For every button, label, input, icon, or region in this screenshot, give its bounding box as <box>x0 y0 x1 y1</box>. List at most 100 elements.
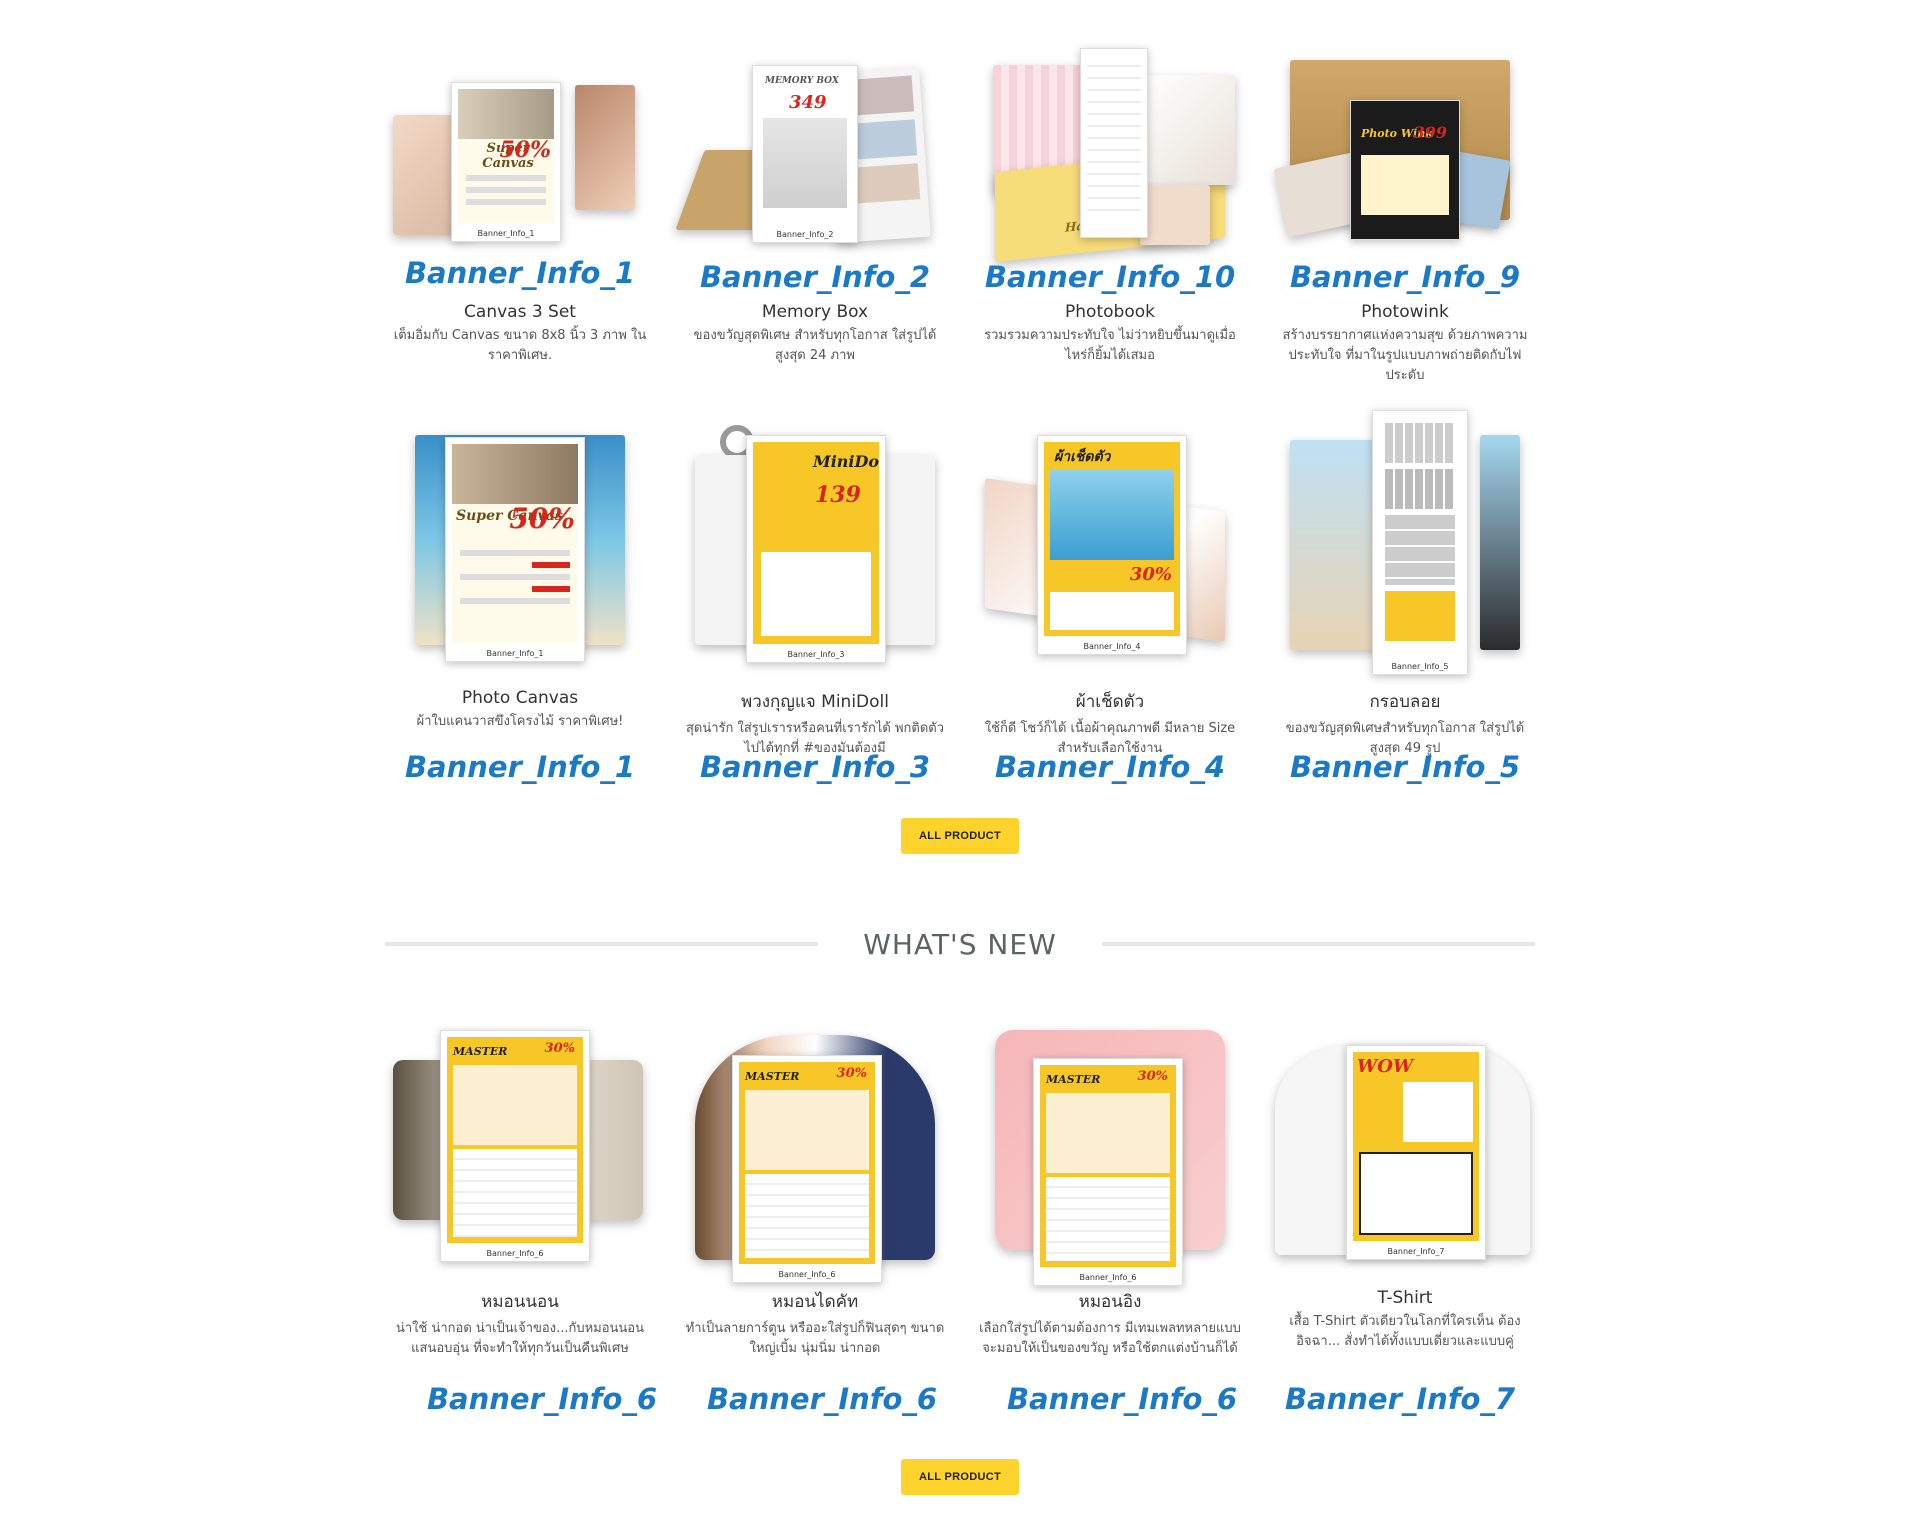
flyer-caption: Banner_Info_1 <box>477 229 535 238</box>
flyer-headline: MiniDoll <box>813 452 879 471</box>
product-card[interactable]: MASTER 30% Banner_Info_6 <box>975 1025 1245 1286</box>
product-card[interactable]: Banner_Info_5 <box>1270 410 1540 675</box>
product-text: Photo Canvas ผ้าใบแคนวาสขึงโครงไม้ ราคาพ… <box>385 688 655 732</box>
flyer-caption: Banner_Info_4 <box>1083 642 1141 651</box>
product-image[interactable]: MASTER 30% Banner_Info_6 <box>680 1025 950 1283</box>
product-card[interactable]: Super Canvas 50% Banner_Info_1 <box>385 425 655 670</box>
product-image[interactable]: MASTER 30% Banner_Info_6 <box>975 1025 1245 1286</box>
flyer-number: 30% <box>544 1041 575 1056</box>
product-card[interactable]: ผ้าเช็ดตัว 30% Banner_Info_4 <box>975 425 1245 670</box>
banner-label: Banner_Info_6 <box>1006 1382 1238 1416</box>
section-heading: WHAT'S NEW <box>385 922 1535 966</box>
product-title[interactable]: หมอนนอน <box>385 1288 655 1315</box>
product-description: ของขวัญสุดพิเศษ สำหรับทุกโอกาส ใส่รูปได้… <box>693 328 937 363</box>
product-description: ผ้าใบแคนวาสขึงโครงไม้ ราคาพิเศษ! <box>416 714 624 729</box>
product-text: หมอนอิง เลือกใส่รูปได้ตามต้องการ มีเทมเพ… <box>975 1288 1245 1359</box>
product-title[interactable]: พวงกุญแจ MiniDoll <box>680 688 950 715</box>
product-title[interactable]: ผ้าเช็ดตัว <box>975 688 1245 715</box>
flyer-caption: Banner_Info_6 <box>1079 1273 1137 1282</box>
banner-label: Banner_Info_10 <box>984 260 1236 294</box>
product-card[interactable]: MEMORY BOX 349 Banner_Info_2 <box>675 30 950 260</box>
product-card[interactable]: MASTER 30% Banner_Info_6 <box>385 1025 655 1265</box>
product-title[interactable]: หมอนอิง <box>975 1288 1245 1315</box>
flyer-headline: MASTER <box>453 1045 508 1058</box>
product-image[interactable]: Super Canvas 50% Banner_Info_1 <box>385 30 655 260</box>
banner-label: Banner_Info_2 <box>699 260 931 294</box>
flyer-headline: MASTER <box>745 1070 800 1083</box>
product-image[interactable]: Happy Time <box>975 30 1245 263</box>
product-text: หมอนนอน น่าใช้ น่ากอด น่าเป็นเจ้าของ...ก… <box>385 1288 655 1359</box>
all-product-button[interactable]: ALL PRODUCT <box>901 818 1019 854</box>
product-title[interactable]: Photo Canvas <box>385 688 655 708</box>
product-description: น่าใช้ น่ากอด น่าเป็นเจ้าของ...กับหมอนนอ… <box>395 1321 645 1356</box>
flyer-number: 30% <box>836 1066 867 1081</box>
flyer-number: 50% <box>499 137 551 163</box>
product-image[interactable]: Photo Wink 399 <box>1270 30 1540 260</box>
product-description: เลือกใส่รูปได้ตามต้องการ มีเทมเพลทหลายแบ… <box>979 1321 1241 1356</box>
product-description: สร้างบรรยากาศแห่งความสุข ด้วยภาพความประท… <box>1282 328 1528 383</box>
product-card[interactable]: Photo Wink 399 <box>1270 30 1540 260</box>
heading-divider <box>385 942 819 946</box>
product-image[interactable]: WOW Banner_Info_7 <box>1270 1025 1540 1275</box>
banner-label: Banner_Info_4 <box>994 750 1226 784</box>
flyer-number: 50% <box>509 502 575 535</box>
product-title[interactable]: T-Shirt <box>1270 1288 1540 1308</box>
product-image[interactable]: Banner_Info_5 <box>1270 410 1540 675</box>
flyer-caption: Banner_Info_6 <box>778 1270 836 1279</box>
heading-divider <box>1101 942 1535 946</box>
product-text: ผ้าเช็ดตัว ใช้ก็ดี โชว์ก็ได้ เนื้อผ้าคุณ… <box>975 688 1245 759</box>
flyer-number: 139 <box>815 482 861 508</box>
product-text: พวงกุญแจ MiniDoll สุดน่ารัก ใส่รูปเรารหร… <box>680 688 950 759</box>
product-description: เสื้อ T-Shirt ตัวเดียวในโลกที่ใครเห็น ต้… <box>1289 1314 1521 1349</box>
product-text: Photowink สร้างบรรยากาศแห่งความสุข ด้วยภ… <box>1270 302 1540 386</box>
banner-label: Banner_Info_6 <box>706 1382 938 1416</box>
product-card[interactable]: MASTER 30% Banner_Info_6 <box>680 1025 950 1283</box>
product-title[interactable]: Photowink <box>1270 302 1540 322</box>
flyer-caption: Banner_Info_1 <box>486 649 544 658</box>
product-title[interactable]: Canvas 3 Set <box>385 302 655 322</box>
product-text: Photobook รวมรวมความประทับใจ ไม่ว่าหยิบข… <box>975 302 1245 366</box>
product-image[interactable]: MiniDoll 139 Banner_Info_3 <box>680 425 950 670</box>
product-card[interactable]: Happy Time <box>975 30 1245 263</box>
banner-label: Banner_Info_6 <box>426 1382 658 1416</box>
product-image[interactable]: ผ้าเช็ดตัว 30% Banner_Info_4 <box>975 425 1245 670</box>
flyer-caption: Banner_Info_3 <box>787 650 845 659</box>
banner-label: Banner_Info_1 <box>404 750 636 784</box>
product-description: ทำเป็นลายการ์ตูน หรืออะใส่รูปก็ฟินสุดๆ ข… <box>685 1321 945 1356</box>
product-card[interactable]: WOW Banner_Info_7 <box>1270 1025 1540 1275</box>
product-image[interactable]: MEMORY BOX 349 Banner_Info_2 <box>675 30 950 260</box>
product-title[interactable]: Photobook <box>975 302 1245 322</box>
flyer-headline: WOW <box>1357 1056 1414 1077</box>
flyer-headline: MEMORY BOX <box>765 76 839 86</box>
product-card[interactable]: Super Canvas 50% Banner_Info_1 <box>385 30 655 260</box>
banner-label: Banner_Info_5 <box>1289 750 1521 784</box>
flyer-caption: Banner_Info_2 <box>776 230 834 239</box>
product-card[interactable]: MiniDoll 139 Banner_Info_3 <box>680 425 950 670</box>
all-product-button[interactable]: ALL PRODUCT <box>901 1459 1019 1495</box>
flyer-number: 399 <box>1413 123 1447 142</box>
product-text: หมอนไดคัท ทำเป็นลายการ์ตูน หรืออะใส่รูปก… <box>680 1288 950 1359</box>
product-image[interactable]: MASTER 30% Banner_Info_6 <box>385 1025 655 1265</box>
flyer-caption: Banner_Info_6 <box>486 1249 544 1258</box>
flyer-caption: Banner_Info_5 <box>1391 662 1449 671</box>
banner-label: Banner_Info_7 <box>1284 1382 1516 1416</box>
banner-label: Banner_Info_9 <box>1289 260 1521 294</box>
product-text: Memory Box ของขวัญสุดพิเศษ สำหรับทุกโอกา… <box>680 302 950 366</box>
flyer-headline: MASTER <box>1046 1073 1101 1086</box>
product-image[interactable]: Super Canvas 50% Banner_Info_1 <box>385 425 655 670</box>
flyer-number: 30% <box>1129 564 1172 585</box>
product-title[interactable]: กรอบลอย <box>1270 688 1540 715</box>
flyer-number: 30% <box>1137 1069 1168 1084</box>
flyer-number: 349 <box>789 92 827 113</box>
product-description: รวมรวมความประทับใจ ไม่ว่าหยิบขึ้นมาดูเมื… <box>984 328 1236 363</box>
product-description: เต็มอิ่มกับ Canvas ขนาด 8x8 นิ้ว 3 ภาพ ใ… <box>393 328 647 363</box>
product-title[interactable]: Memory Box <box>680 302 950 322</box>
product-text: กรอบลอย ของขวัญสุดพิเศษสำหรับทุกโอกาส ใส… <box>1270 688 1540 759</box>
banner-label: Banner_Info_1 <box>404 256 636 290</box>
flyer-headline: ผ้าเช็ดตัว <box>1054 449 1111 465</box>
product-text: T-Shirt เสื้อ T-Shirt ตัวเดียวในโลกที่ใค… <box>1270 1288 1540 1352</box>
flyer-caption: Banner_Info_7 <box>1387 1247 1445 1256</box>
banner-label: Banner_Info_3 <box>699 750 931 784</box>
product-title[interactable]: หมอนไดคัท <box>680 1288 950 1315</box>
product-text: Canvas 3 Set เต็มอิ่มกับ Canvas ขนาด 8x8… <box>385 302 655 366</box>
